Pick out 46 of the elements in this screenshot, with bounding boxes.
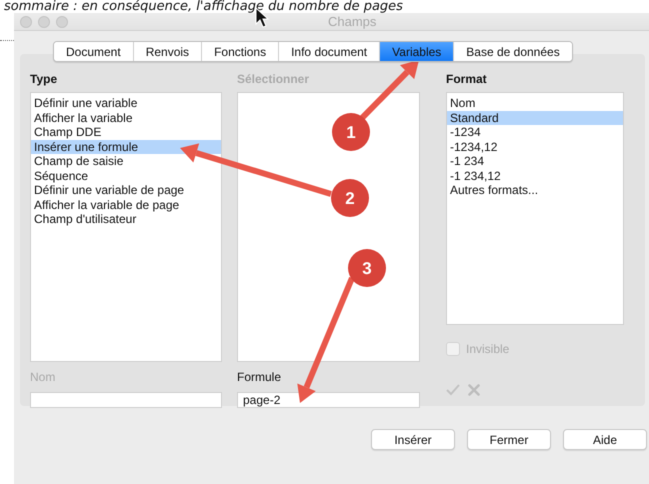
- list-item[interactable]: Champ DDE: [31, 125, 221, 140]
- list-box[interactable]: Nom Standard -1234 -1234,12 -1 234 -1 234,12 Autres formats...: [446, 92, 624, 325]
- window-control[interactable]: [38, 16, 50, 28]
- dialog-button[interactable]: Aide: [563, 429, 647, 450]
- tab[interactable]: Variables: [380, 42, 454, 61]
- step-badge: 2: [331, 179, 369, 217]
- section-heading: Format: [446, 72, 487, 86]
- checkmark-icon[interactable]: [446, 384, 460, 396]
- dialog-button[interactable]: Insérer: [371, 429, 455, 450]
- tab[interactable]: Base de données: [454, 42, 572, 61]
- list-item[interactable]: -1 234,12: [447, 168, 623, 183]
- window-control[interactable]: [20, 16, 32, 28]
- arrow: [360, 60, 419, 120]
- list-box[interactable]: [237, 92, 420, 362]
- tab[interactable]: Renvois: [134, 42, 202, 61]
- list-item[interactable]: Champ de saisie: [31, 154, 221, 168]
- section-heading: Sélectionner: [237, 72, 310, 86]
- list-item[interactable]: Standard: [447, 110, 623, 125]
- list-item[interactable]: -1 234: [447, 154, 623, 168]
- list-item[interactable]: Autres formats...: [447, 183, 623, 198]
- tab[interactable]: Document: [54, 42, 134, 61]
- list-item[interactable]: Nom: [447, 96, 623, 110]
- field-label: Formule: [237, 370, 282, 384]
- close-icon[interactable]: [468, 384, 480, 396]
- list-item[interactable]: Afficher la variable: [31, 110, 221, 125]
- list-item[interactable]: Afficher la variable de page: [31, 198, 221, 212]
- window-title: Champs: [328, 14, 376, 29]
- list-item[interactable]: Définir une variable: [31, 96, 221, 110]
- list-item[interactable]: -1234: [447, 125, 623, 140]
- step-badge: 3: [348, 249, 386, 287]
- checkbox-label: Invisible: [466, 342, 510, 356]
- tab[interactable]: Fonctions: [202, 42, 280, 61]
- dialog-button[interactable]: Fermer: [467, 429, 551, 450]
- step-badge: 1: [332, 113, 370, 151]
- section-heading: Type: [30, 72, 58, 86]
- list-box[interactable]: Définir une variable Afficher la variable Champ DDE Insérer une formule Champ de saisie Séquence Définir une variable de page Afficher la variable de page Champ d'utilisateur: [30, 92, 222, 362]
- list-item[interactable]: Définir une variable de page: [31, 183, 221, 198]
- list-item[interactable]: -1234,12: [447, 140, 623, 154]
- input-field[interactable]: page-2: [237, 392, 420, 408]
- input-field[interactable]: [30, 392, 222, 408]
- list-item[interactable]: Insérer une formule: [31, 140, 221, 154]
- list-item[interactable]: Séquence: [31, 168, 221, 183]
- list-item[interactable]: Champ d'utilisateur: [31, 212, 221, 226]
- tab[interactable]: Info document: [279, 42, 380, 61]
- window-control[interactable]: [56, 16, 68, 28]
- field-label: Nom: [30, 370, 56, 384]
